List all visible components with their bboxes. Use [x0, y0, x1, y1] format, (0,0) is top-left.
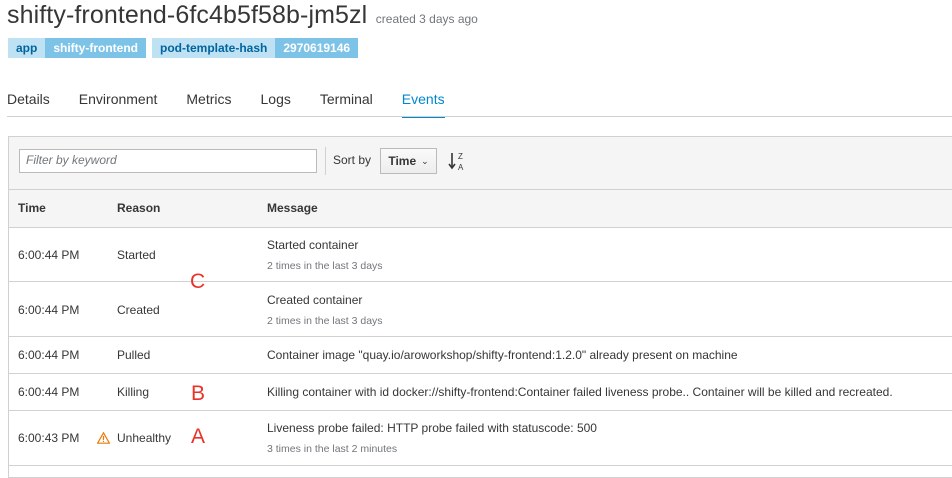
event-reason: Unhealthy: [117, 431, 172, 445]
chevron-down-icon: ⌄: [421, 155, 429, 166]
label-app[interactable]: app shifty-frontend: [8, 38, 146, 58]
events-panel: Sort by Time ⌄ Z A Time Reason Message 6…: [8, 136, 952, 478]
created-timestamp: created 3 days ago: [375, 12, 478, 26]
label-value: shifty-frontend: [45, 38, 146, 58]
filter-box: [19, 149, 318, 173]
event-time: 6:00:44 PM: [18, 248, 80, 262]
warning-triangle-icon: [97, 432, 110, 444]
svg-text:A: A: [458, 163, 464, 172]
event-reason: Killing: [117, 385, 150, 399]
tab-details[interactable]: Details: [7, 88, 50, 116]
annotation-b: B: [191, 382, 206, 405]
event-message: Liveness probe failed: HTTP probe failed…: [267, 421, 597, 435]
event-time: 6:00:44 PM: [18, 385, 80, 399]
event-reason: Pulled: [117, 348, 151, 362]
event-message: Created container: [267, 293, 363, 307]
events-toolbar: Sort by Time ⌄ Z A: [9, 137, 952, 190]
label-value: 2970619146: [275, 38, 359, 58]
label-key: pod-template-hash: [152, 38, 276, 58]
toolbar-divider: [325, 147, 326, 175]
column-reason[interactable]: Reason: [117, 201, 160, 215]
tab-terminal[interactable]: Terminal: [320, 88, 373, 116]
table-header: Time Reason Message: [9, 190, 952, 228]
event-time: 6:00:44 PM: [18, 348, 80, 362]
filter-input[interactable]: [20, 150, 318, 170]
label-pod-template-hash[interactable]: pod-template-hash 2970619146: [152, 38, 359, 58]
table-row: 6:00:43 PM Unhealthy Liveness probe fail…: [9, 411, 952, 466]
table-row: 6:00:44 PM Started Started container 2 t…: [9, 228, 952, 282]
column-time[interactable]: Time: [18, 201, 46, 215]
event-time: 6:00:43 PM: [18, 431, 80, 445]
tab-bar: Details Environment Metrics Logs Termina…: [7, 88, 474, 118]
event-count: 2 times in the last 3 days: [267, 315, 383, 327]
svg-text:Z: Z: [458, 152, 463, 161]
event-message: Killing container with id docker://shift…: [267, 385, 893, 399]
sort-dropdown[interactable]: Time ⌄: [380, 148, 437, 174]
pod-name: shifty-frontend-6fc4b5f58b-jm5zl: [7, 1, 368, 29]
event-time: 6:00:44 PM: [18, 303, 80, 317]
event-message: Container image "quay.io/aroworkshop/shi…: [267, 348, 738, 362]
sort-label: Sort by: [333, 153, 372, 167]
tab-metrics[interactable]: Metrics: [186, 88, 231, 116]
tabs-divider: [7, 116, 952, 117]
table-row: 6:00:44 PM Pulled Container image "quay.…: [9, 337, 952, 374]
sort-alpha-desc-icon[interactable]: Z A: [448, 148, 468, 174]
event-reason: Started: [117, 248, 156, 262]
annotation-c: C: [190, 270, 206, 293]
page-header: shifty-frontend-6fc4b5f58b-jm5zl created…: [7, 1, 478, 30]
label-key: app: [8, 38, 46, 58]
event-count: 3 times in the last 2 minutes: [267, 443, 398, 455]
table-row: 6:00:44 PM Created Created container 2 t…: [9, 282, 952, 337]
pod-labels: app shifty-frontend pod-template-hash 29…: [8, 38, 359, 58]
event-message: Started container: [267, 238, 359, 252]
event-count: 2 times in the last 3 days: [267, 260, 383, 272]
tab-logs[interactable]: Logs: [261, 88, 291, 116]
annotation-a: A: [191, 425, 206, 448]
column-message[interactable]: Message: [267, 201, 318, 215]
tab-events[interactable]: Events: [401, 88, 445, 118]
tab-environment[interactable]: Environment: [79, 88, 158, 116]
event-reason: Created: [117, 303, 160, 317]
sort-value: Time: [388, 154, 417, 168]
table-row: 6:00:44 PM Killing Killing container wit…: [9, 374, 952, 411]
